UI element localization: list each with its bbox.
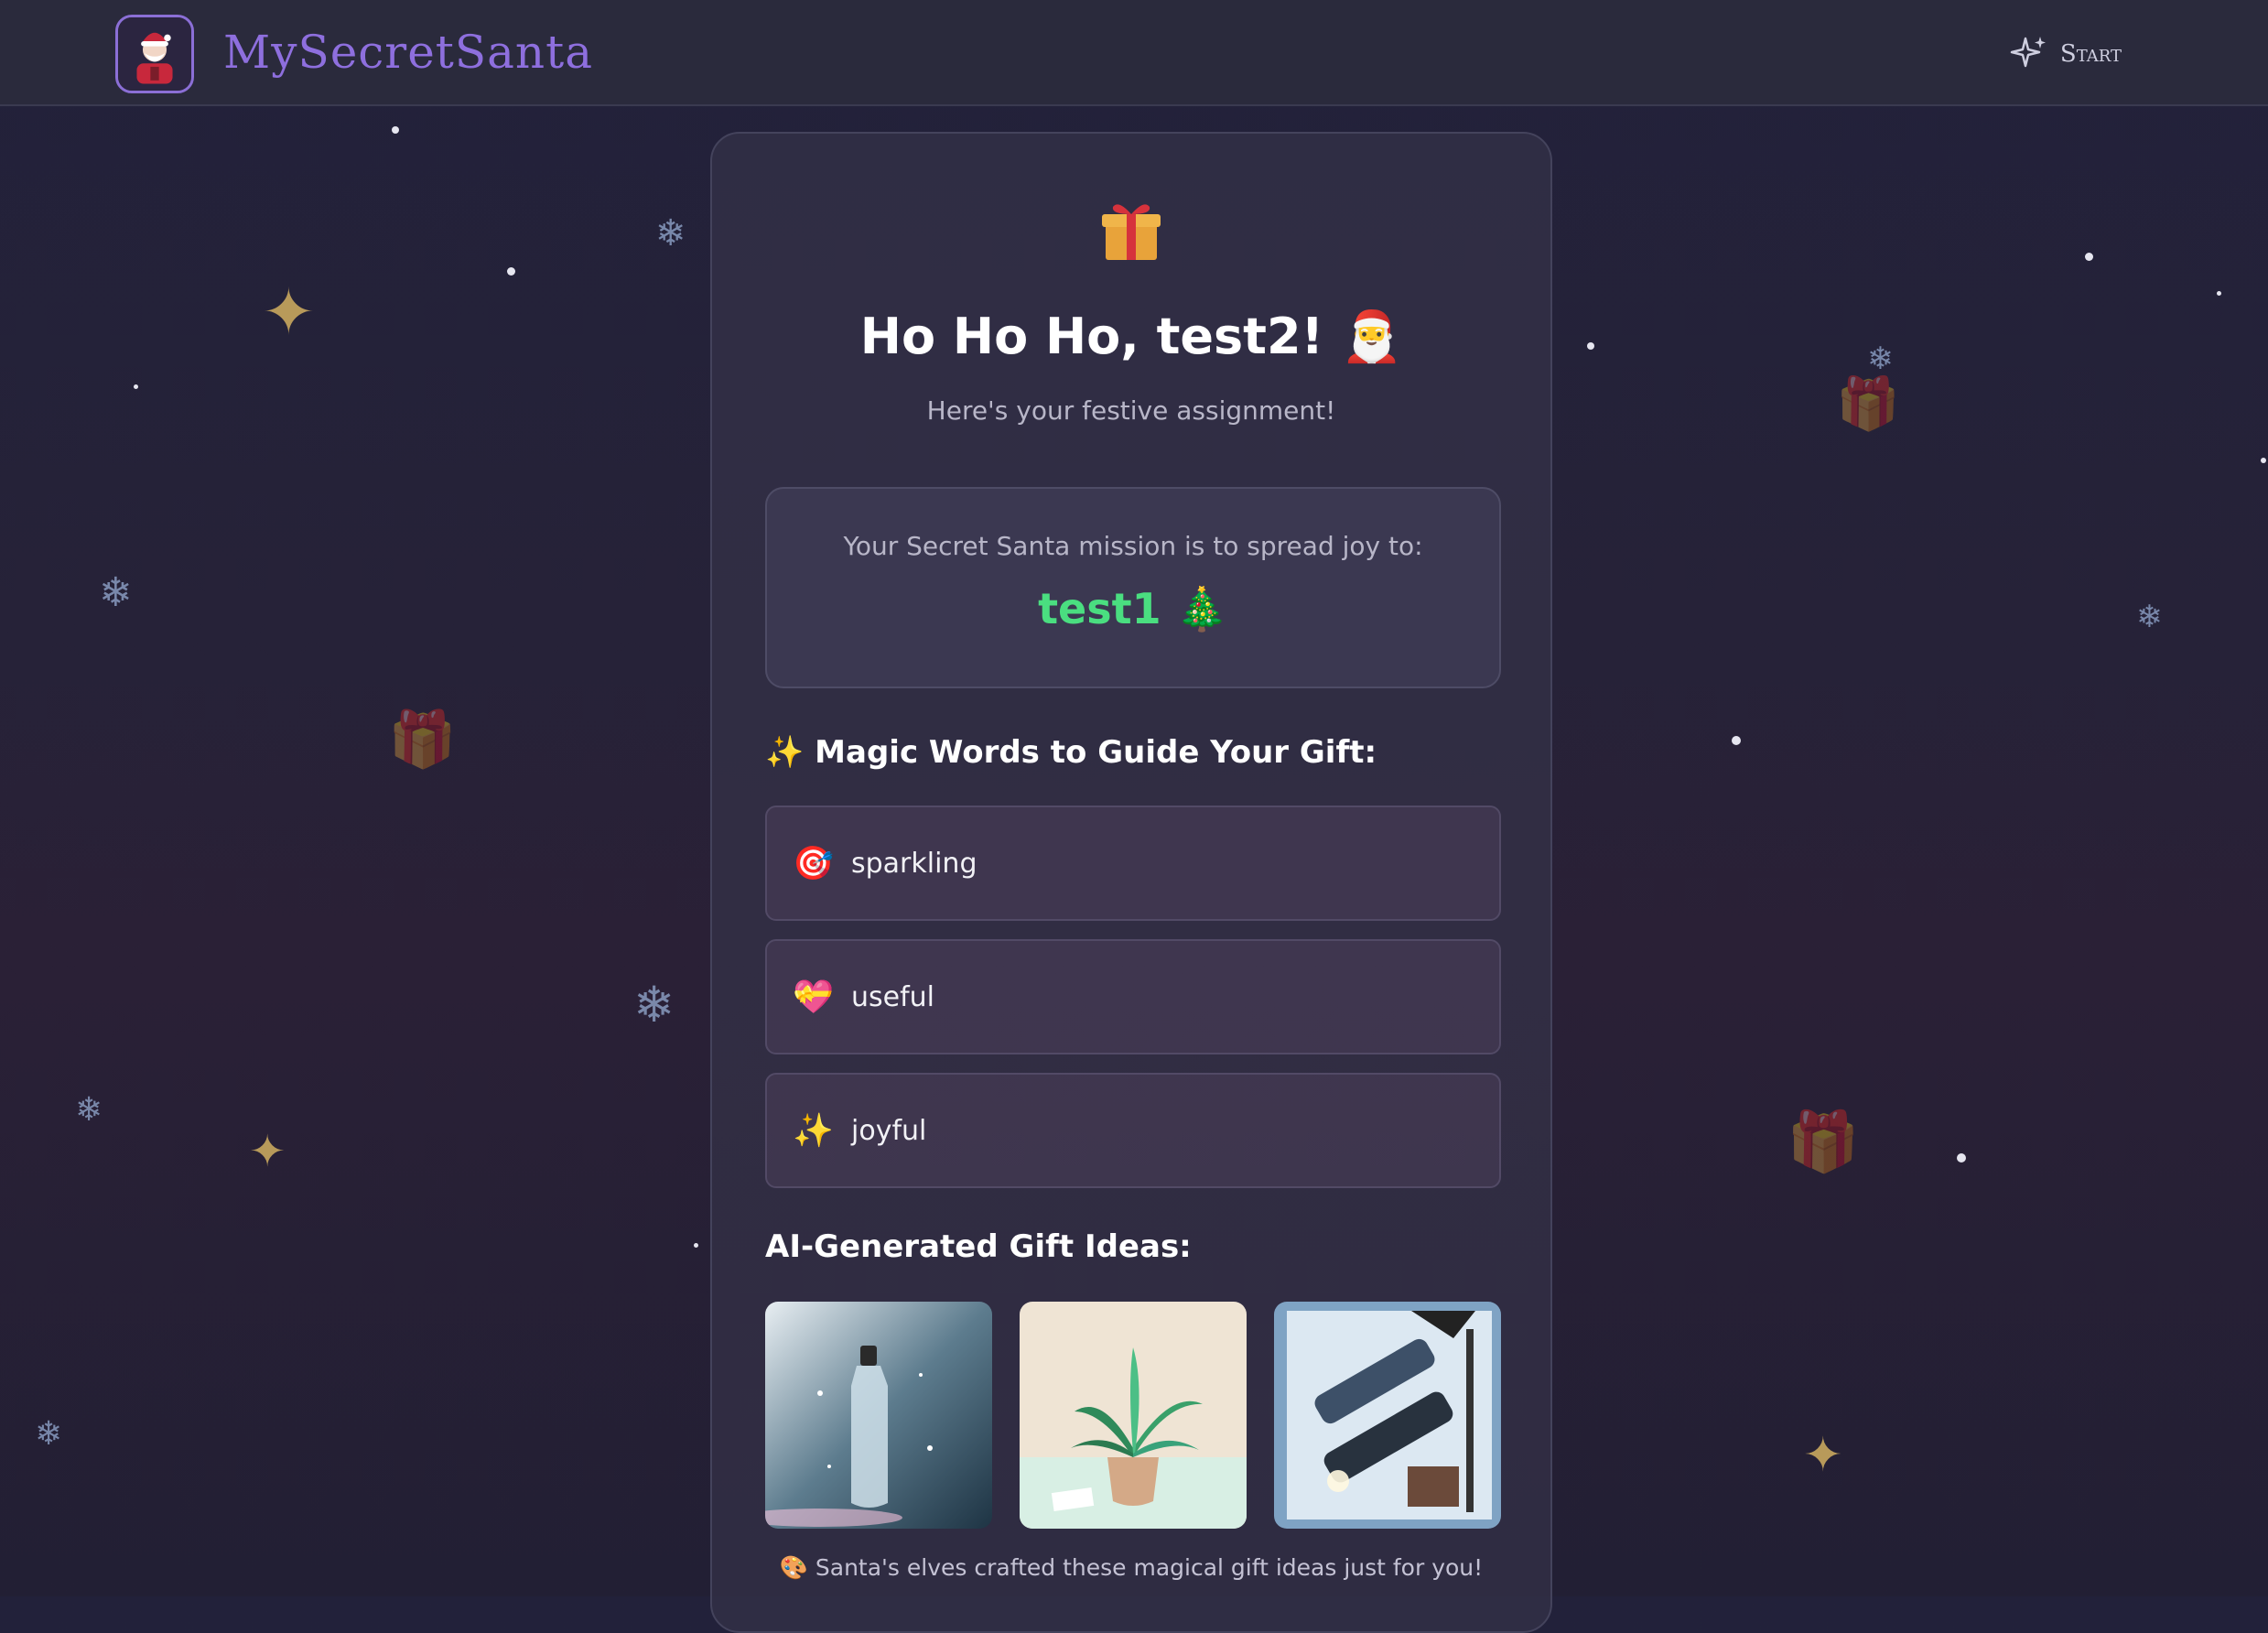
snowflake-icon: ❄ <box>655 212 686 254</box>
snowflake-icon: ❄ <box>35 1415 63 1453</box>
faded-gift-icon: 🎁 <box>388 708 457 772</box>
snow-dot <box>2085 253 2093 261</box>
assignment-card: Ho Ho Ho, test2! 🎅 Here's your festive a… <box>710 132 1552 1633</box>
brand-name[interactable]: MySecretSanta <box>223 20 593 84</box>
snow-dot <box>392 126 399 134</box>
target-icon: 🎯 <box>793 845 834 882</box>
snowflake-icon: ❄ <box>2136 599 2163 635</box>
gift-ideas-title: AI-Generated Gift Ideas: <box>765 1228 1192 1265</box>
magic-word: joyful <box>851 1114 927 1147</box>
snowflake-icon: ❄ <box>633 976 675 1033</box>
start-label: Start <box>2059 40 2122 68</box>
recipient-name: test1 🎄 <box>1038 584 1228 633</box>
gift-icon <box>712 198 1550 267</box>
sparkles-icon: ✨ <box>793 1112 834 1150</box>
magic-words-title: ✨ Magic Words to Guide Your Gift: <box>765 734 1377 771</box>
greeting-title: Ho Ho Ho, test2! 🎅 <box>859 308 1403 365</box>
snowflake-icon: ❄ <box>99 569 133 616</box>
gift-ideas-gallery <box>765 1302 1501 1529</box>
snow-dot <box>1732 736 1741 745</box>
magic-word-item: 🎯 sparkling <box>765 806 1501 921</box>
magic-word-item: 💝 useful <box>765 939 1501 1054</box>
magic-word-item: ✨ joyful <box>765 1073 1501 1188</box>
gift-image-water-bottle[interactable] <box>765 1302 992 1529</box>
gift-image-multi-tool[interactable] <box>1274 1302 1501 1529</box>
start-button[interactable]: Start <box>2009 31 2122 77</box>
gift-ideas-footnote: 🎨 Santa's elves crafted these magical gi… <box>779 1554 1484 1581</box>
magic-word: useful <box>851 980 935 1013</box>
magic-word: sparkling <box>851 847 977 880</box>
snow-dot <box>2261 458 2266 463</box>
snow-dot <box>2217 291 2221 296</box>
sparkle-icon: ✦ <box>1803 1428 1843 1483</box>
snow-dot <box>694 1243 698 1248</box>
mission-label: Your Secret Santa mission is to spread j… <box>843 531 1423 561</box>
snow-dot <box>1957 1153 1966 1163</box>
assignment-subtitle: Here's your festive assignment! <box>926 395 1336 426</box>
snowflake-icon: ❄ <box>75 1091 103 1129</box>
sparkle-icon: ✦ <box>249 1126 286 1177</box>
faded-gift-icon: 🎁 <box>1836 374 1900 434</box>
top-nav: MySecretSanta Start <box>0 0 2268 106</box>
santa-logo-icon[interactable] <box>115 15 194 93</box>
snow-dot <box>507 267 515 276</box>
sparkle-icon: ✦ <box>262 275 316 350</box>
mission-box: Your Secret Santa mission is to spread j… <box>765 487 1501 688</box>
snow-dot <box>1587 342 1594 350</box>
sparkles-icon <box>2010 37 2046 68</box>
heart-gift-icon: 💝 <box>793 979 834 1016</box>
gift-image-plant[interactable] <box>1020 1302 1247 1529</box>
snowflake-icon: ❄ <box>1867 341 1894 377</box>
faded-gift-icon: 🎁 <box>1787 1108 1860 1176</box>
snow-dot <box>134 384 138 389</box>
